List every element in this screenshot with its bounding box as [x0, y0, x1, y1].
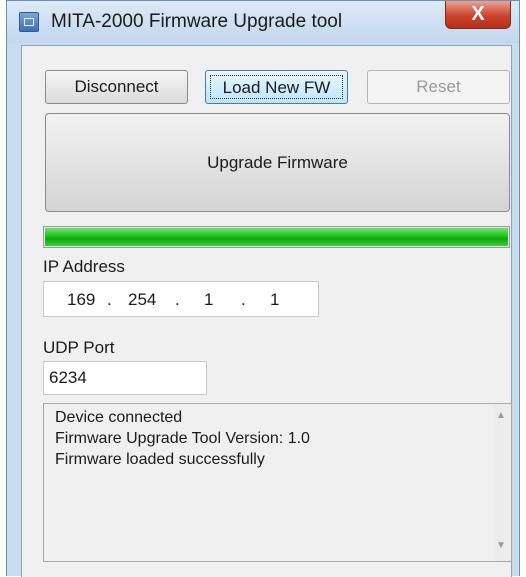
- ip-dot-3: .: [241, 290, 246, 309]
- app-window-icon: [19, 12, 39, 32]
- ip-address-label: IP Address: [43, 257, 125, 276]
- ip-dot-2: .: [175, 290, 180, 309]
- load-new-fw-button[interactable]: Load New FW: [205, 70, 348, 104]
- log-line: Firmware loaded successfully: [55, 451, 265, 468]
- log-scrollbar[interactable]: ▲ ▼: [493, 404, 511, 561]
- ip-octet-4[interactable]: 1: [270, 290, 279, 310]
- scroll-down-icon[interactable]: ▼: [496, 540, 506, 551]
- ip-address-field[interactable]: 169 . 254 . 1 . 1: [43, 281, 319, 317]
- window-title: MITA-2000 Firmware Upgrade tool: [51, 11, 343, 32]
- ip-octet-2[interactable]: 254: [128, 290, 156, 310]
- log-line: Firmware Upgrade Tool Version: 1.0: [55, 430, 310, 447]
- close-button[interactable]: X: [445, 1, 511, 29]
- udp-port-label: UDP Port: [43, 338, 115, 357]
- upgrade-firmware-button[interactable]: Upgrade Firmware: [45, 113, 510, 212]
- log-output[interactable]: Device connected Firmware Upgrade Tool V…: [43, 403, 512, 562]
- load-new-fw-label: Load New FW: [210, 75, 343, 99]
- log-line: Device connected: [55, 409, 183, 426]
- reset-button[interactable]: Reset: [367, 70, 510, 104]
- close-icon: X: [471, 3, 485, 25]
- ip-octet-1[interactable]: 169: [67, 290, 95, 310]
- client-area: Disconnect Load New FW Reset Upgrade Fir…: [21, 45, 512, 577]
- title-bar[interactable]: MITA-2000 Firmware Upgrade tool X: [7, 1, 519, 43]
- progress-fill: [45, 228, 508, 246]
- ip-octet-3[interactable]: 1: [204, 290, 213, 310]
- scroll-up-icon[interactable]: ▲: [496, 410, 506, 421]
- disconnect-button[interactable]: Disconnect: [45, 70, 188, 104]
- progress-bar: [43, 226, 510, 248]
- app-window: MITA-2000 Firmware Upgrade tool X Discon…: [6, 0, 520, 577]
- udp-port-field[interactable]: 6234: [43, 361, 207, 395]
- ip-dot-1: .: [107, 290, 112, 309]
